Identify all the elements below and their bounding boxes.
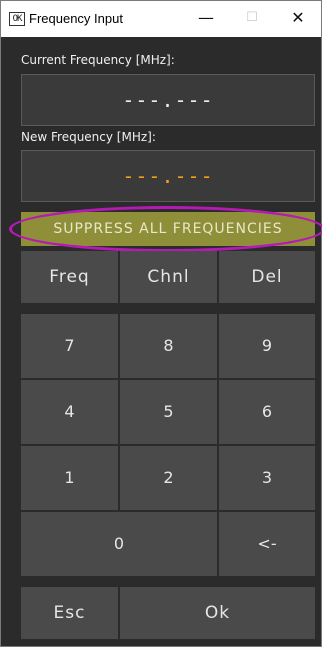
key-5-button[interactable]: 5 — [120, 380, 217, 444]
freq-button[interactable]: Freq — [21, 251, 118, 303]
key-8-button[interactable]: 8 — [120, 314, 217, 378]
minimize-button[interactable]: — — [183, 1, 229, 37]
current-frequency-display: ---.--- — [21, 74, 315, 126]
del-button[interactable]: Del — [219, 251, 315, 303]
frequency-input-window: OK Frequency Input — ☐ ✕ Current Frequen… — [0, 0, 322, 647]
suppress-all-frequencies-button[interactable]: SUPPRESS ALL FREQUENCIES — [21, 212, 315, 246]
backspace-button[interactable]: <- — [219, 512, 315, 576]
window-title: Frequency Input — [29, 11, 123, 26]
key-4-button[interactable]: 4 — [21, 380, 118, 444]
ok-button[interactable]: Ok — [120, 587, 315, 639]
key-9-button[interactable]: 9 — [219, 314, 315, 378]
close-button[interactable]: ✕ — [275, 1, 321, 37]
key-2-button[interactable]: 2 — [120, 446, 217, 510]
key-6-button[interactable]: 6 — [219, 380, 315, 444]
title-bar[interactable]: OK Frequency Input — ☐ ✕ — [1, 1, 321, 37]
key-1-button[interactable]: 1 — [21, 446, 118, 510]
new-frequency-label: New Frequency [MHz]: — [21, 130, 156, 144]
current-frequency-label: Current Frequency [MHz]: — [21, 53, 175, 67]
new-frequency-display: ---.--- — [21, 150, 315, 202]
app-icon: OK — [9, 12, 25, 26]
esc-button[interactable]: Esc — [21, 587, 118, 639]
maximize-button: ☐ — [246, 10, 258, 25]
key-3-button[interactable]: 3 — [219, 446, 315, 510]
chnl-button[interactable]: Chnl — [120, 251, 217, 303]
key-0-button[interactable]: 0 — [21, 512, 217, 576]
key-7-button[interactable]: 7 — [21, 314, 118, 378]
